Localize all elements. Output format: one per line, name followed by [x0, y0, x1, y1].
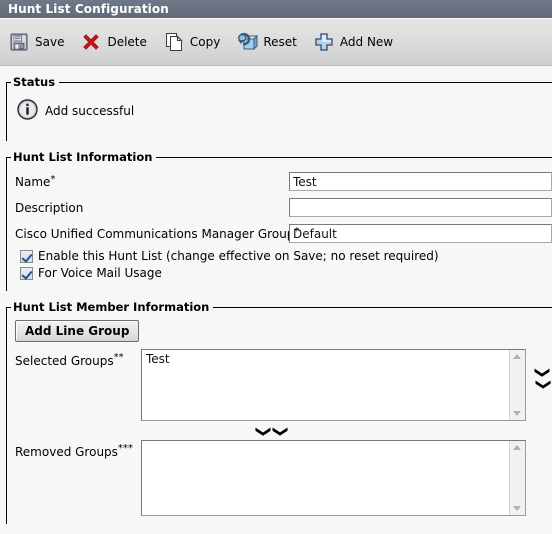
enable-hunt-list-label: Enable this Hunt List (change effective … [38, 249, 439, 263]
add-line-group-button[interactable]: Add Line Group [15, 320, 140, 342]
add-new-button[interactable]: Add New [313, 31, 393, 53]
copy-pages-icon [163, 31, 185, 53]
cucm-group-input[interactable] [289, 224, 552, 243]
voice-mail-usage-row[interactable]: For Voice Mail Usage [7, 266, 552, 280]
scroll-up-arrow-icon[interactable] [513, 354, 521, 359]
reset-button[interactable]: Reset [236, 31, 297, 53]
voice-mail-usage-checkbox[interactable] [20, 266, 33, 280]
chevron-down-icon[interactable]: ❯ [255, 425, 273, 438]
move-between-lists-controls: ❯ ❮ [7, 425, 552, 438]
removed-groups-row: Removed Groups*** [7, 440, 552, 516]
description-input[interactable] [289, 198, 552, 217]
required-marker: * [294, 225, 300, 237]
cucm-group-field-row: Cisco Unified Communications Manager Gro… [7, 223, 552, 244]
removed-groups-listbox[interactable] [141, 440, 526, 516]
scroll-up-arrow-icon[interactable] [513, 445, 521, 450]
selected-groups-listbox[interactable]: Test [141, 349, 526, 421]
window-title-bar: Hunt List Configuration [0, 0, 552, 19]
required-marker: ** [113, 352, 124, 363]
selected-groups-reorder-controls: ❯ ❮ [526, 349, 552, 391]
copy-button-label: Copy [189, 35, 221, 49]
chevron-down-icon[interactable]: ❯ [533, 366, 551, 379]
save-button[interactable]: Save [8, 31, 64, 53]
enable-hunt-list-row[interactable]: Enable this Hunt List (change effective … [7, 249, 552, 263]
scroll-down-arrow-icon[interactable] [513, 411, 521, 416]
add-new-button-label: Add New [339, 35, 394, 49]
description-field-row: Description [7, 197, 552, 218]
selected-groups-scrollbar[interactable] [509, 350, 525, 420]
chevron-up-icon[interactable]: ❮ [532, 378, 550, 391]
required-marker: *** [117, 443, 133, 454]
description-field-label: Description [15, 200, 84, 215]
status-section-legend: Status [13, 75, 56, 89]
scroll-down-arrow-icon[interactable] [513, 506, 521, 511]
red-x-icon [80, 31, 102, 53]
copy-button[interactable]: Copy [163, 31, 220, 53]
delete-button-label: Delete [107, 35, 147, 49]
removed-groups-label: Removed Groups*** [15, 443, 133, 459]
info-circle-icon [17, 99, 38, 123]
page-title: Hunt List Configuration [8, 2, 169, 16]
hunt-list-information-legend: Hunt List Information [13, 150, 153, 164]
hunt-list-member-information-legend: Hunt List Member Information [13, 300, 210, 314]
blue-plus-icon [313, 31, 335, 53]
selected-groups-row: Selected Groups** Test ❯ ❮ [7, 349, 552, 421]
name-field-row: Name* [7, 171, 552, 192]
name-input[interactable] [289, 172, 552, 191]
hunt-list-member-information-section: Hunt List Member Information Add Line Gr… [6, 300, 552, 524]
reset-refresh-icon [236, 31, 259, 53]
delete-button[interactable]: Delete [80, 31, 147, 53]
status-section: Status Add successful [6, 75, 552, 141]
save-button-label: Save [35, 35, 65, 49]
hunt-list-information-section: Hunt List Information Name* Description … [6, 150, 552, 291]
status-message-row: Add successful [7, 95, 552, 133]
cucm-group-field-label: Cisco Unified Communications Manager Gro… [15, 225, 300, 241]
list-item[interactable]: Test [142, 350, 525, 368]
name-field-label: Name* [15, 173, 56, 189]
status-message: Add successful [45, 104, 135, 118]
enable-hunt-list-checkbox[interactable] [20, 249, 33, 263]
floppy-disk-icon [8, 31, 30, 53]
voice-mail-usage-label: For Voice Mail Usage [38, 266, 162, 280]
page-content: Status Add successful Hunt List Informat… [0, 75, 552, 524]
toolbar: Save Delete Copy Reset Add New [0, 19, 552, 66]
required-marker: * [50, 173, 56, 185]
removed-groups-scrollbar[interactable] [509, 441, 525, 515]
chevron-up-icon[interactable]: ❮ [269, 425, 287, 438]
selected-groups-label: Selected Groups** [15, 352, 124, 368]
reset-button-label: Reset [263, 35, 297, 49]
